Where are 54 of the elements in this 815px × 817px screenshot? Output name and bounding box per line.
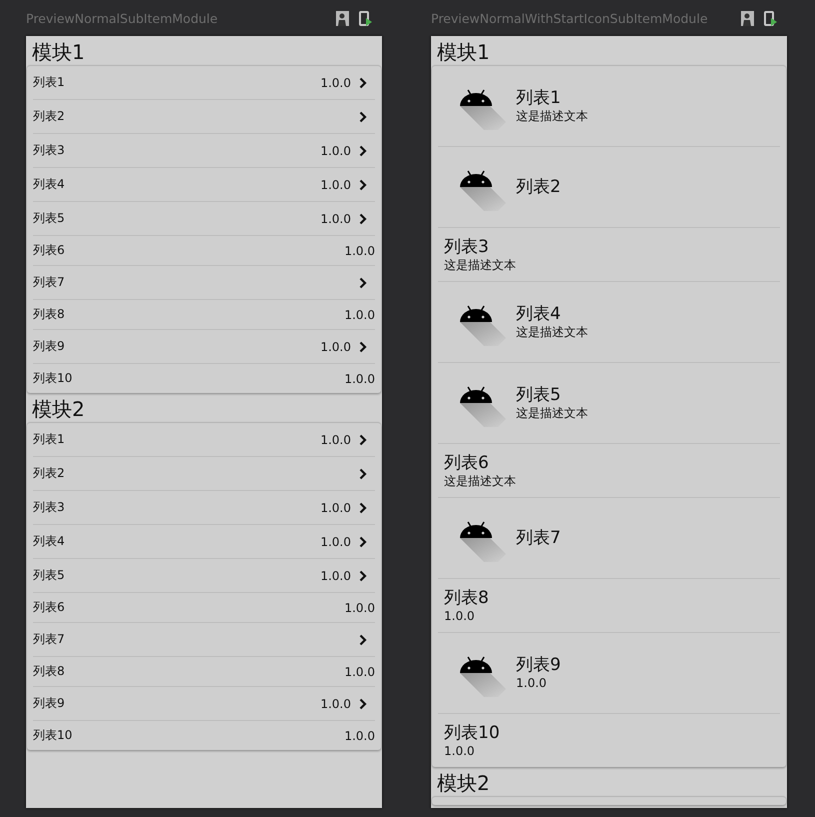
list-item[interactable]: 列表2 <box>33 100 375 134</box>
preview-title: PreviewNormalWithStartIconSubItemModule <box>431 10 708 26</box>
list-item[interactable]: 列表6 1.0.0 <box>33 593 375 623</box>
list-item[interactable]: 列表4 1.0.0 <box>33 168 375 202</box>
chevron-right-icon <box>359 434 367 446</box>
list-item[interactable]: 列表6 这是描述文本 <box>438 444 780 498</box>
chevron-right-icon <box>359 110 367 122</box>
chevron-right-icon <box>359 502 367 514</box>
list-item[interactable]: 列表1 1.0.0 <box>33 66 375 100</box>
list-item[interactable]: 列表8 1.0.0 <box>438 579 780 633</box>
preview-title: PreviewNormalSubItemModule <box>26 10 218 26</box>
list-item[interactable]: 列表2 <box>33 457 375 491</box>
module-header: 模块2 <box>436 770 491 797</box>
list-item[interactable]: 列表8 1.0.0 <box>33 657 375 687</box>
list-item[interactable]: 列表10 1.0.0 <box>33 721 375 750</box>
list-item[interactable]: 列表7 <box>33 266 375 300</box>
list-item[interactable]: 列表1 1.0.0 <box>33 423 375 457</box>
list-item[interactable]: 列表3 1.0.0 <box>33 134 375 168</box>
list-item[interactable]: 列表5 1.0.0 <box>33 559 375 593</box>
person-icon[interactable] <box>336 10 349 26</box>
phone-play-icon[interactable] <box>764 10 777 26</box>
list-item[interactable]: 列表2 <box>438 147 780 228</box>
chevron-right-icon <box>359 178 367 190</box>
list-item[interactable]: 列表9 1.0.0 <box>33 687 375 721</box>
list-item[interactable]: 列表4 这是描述文本 <box>438 282 780 363</box>
module-header: 模块1 <box>31 39 86 66</box>
list-item[interactable]: 列表3 这是描述文本 <box>438 228 780 282</box>
list-item[interactable]: 列表3 1.0.0 <box>33 491 375 525</box>
phone-play-icon[interactable] <box>359 10 372 26</box>
chevron-right-icon <box>359 212 367 224</box>
chevron-right-icon <box>359 634 367 646</box>
list-item[interactable]: 列表10 1.0.0 <box>438 714 780 767</box>
chevron-right-icon <box>359 276 367 288</box>
chevron-right-icon <box>359 76 367 88</box>
chevron-right-icon <box>359 144 367 156</box>
list-item[interactable]: 列表8 1.0.0 <box>33 300 375 330</box>
list-item[interactable]: 列表5 1.0.0 <box>33 202 375 236</box>
chevron-right-icon <box>359 468 367 480</box>
module-header: 模块1 <box>436 39 491 66</box>
module-header: 模块2 <box>31 396 86 423</box>
list-item[interactable]: 列表7 <box>33 623 375 657</box>
chevron-right-icon <box>359 536 367 548</box>
person-icon[interactable] <box>741 10 754 26</box>
list-item[interactable]: 列表9 1.0.0 <box>33 330 375 364</box>
list-item[interactable]: 列表1 这是描述文本 <box>438 66 780 147</box>
list-item[interactable]: 列表4 1.0.0 <box>33 525 375 559</box>
chevron-right-icon <box>359 570 367 582</box>
list-item[interactable]: 列表6 1.0.0 <box>33 236 375 266</box>
list-item[interactable]: 列表5 这是描述文本 <box>438 363 780 444</box>
chevron-right-icon <box>359 698 367 710</box>
list-item[interactable]: 列表9 1.0.0 <box>438 633 780 714</box>
list-item[interactable]: 列表10 1.0.0 <box>33 364 375 393</box>
chevron-right-icon <box>359 340 367 352</box>
list-item[interactable]: 列表7 <box>438 498 780 579</box>
